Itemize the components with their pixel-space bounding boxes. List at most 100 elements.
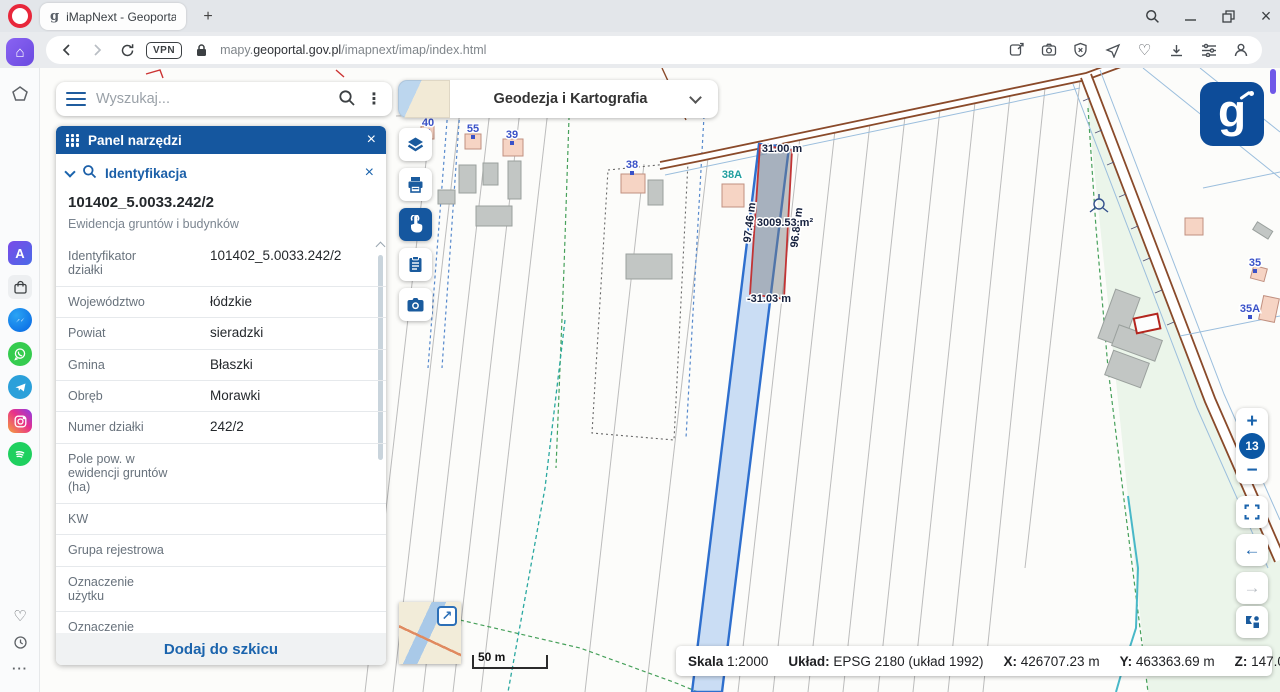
whatsapp-icon[interactable] [8,342,32,366]
zoom-in-button[interactable]: + [1246,412,1257,431]
back-icon[interactable] [56,39,78,61]
scale-readout: Skala 1:2000 [688,654,768,669]
zoom-level-badge: 13 [1239,433,1265,459]
panel-close-icon[interactable]: × [367,132,376,148]
overview-minimap[interactable]: ↗ [399,602,461,664]
close-window-button[interactable]: × [1258,8,1274,24]
minimize-button[interactable] [1182,8,1198,24]
row-value: łódzkie [210,294,252,309]
composition-chevron-icon [689,91,702,104]
messenger-icon[interactable] [8,308,32,332]
map-toolbar [399,128,433,328]
row-value: sieradzki [210,325,263,340]
browser-tab[interactable]: g iMapNext - Geoportal [40,3,186,30]
tab-title: iMapNext - Geoportal [66,10,176,24]
instagram-icon[interactable] [8,409,32,433]
row-label: Identyfikator działki [68,249,168,278]
address-label-55: 55 [467,123,479,135]
compose-icon[interactable] [1007,41,1026,60]
start-page-button[interactable]: ⌂ [6,38,34,66]
identify-tool-button[interactable] [399,208,432,241]
geoportal-logo[interactable]: g [1200,82,1264,146]
next-view-button[interactable]: → [1236,572,1268,604]
url-prefix: mapy. [220,43,253,57]
panel-header[interactable]: Panel narzędzi × [56,126,386,154]
tools-panel: Panel narzędzi × Identyfikacja × 101402_… [56,126,386,665]
search-input[interactable] [96,91,328,107]
print-tool-button[interactable] [399,168,432,201]
map-red-marks [146,70,344,78]
opera-logo-icon[interactable] [8,4,32,28]
table-row: Numer działki242/2 [56,412,386,443]
row-value: Morawki [210,388,260,403]
x-readout: X: 426707.23 m [1003,654,1099,669]
geoportal-favicon: g [50,10,59,23]
scale-label: Skala [688,654,723,669]
shopping-icon[interactable] [8,275,32,299]
sidebar-panel-indicator[interactable] [1270,69,1276,94]
layers-tool-button[interactable] [399,128,432,161]
opera-sidebar: A ♡ ··· [0,68,40,692]
minimap-expand-icon[interactable]: ↗ [437,606,457,626]
row-label: Obręb [68,389,168,403]
sidebar-more-icon[interactable]: ··· [8,656,32,680]
table-row: GminaBłaszki [56,350,386,381]
table-row: Oznaczenie konturu [56,612,386,633]
url-text[interactable]: mapy.geoportal.gov.pl/imapnext/imap/inde… [220,43,999,57]
search-options-kebab-icon[interactable]: ⋮ [366,89,382,109]
composition-title: Geodezja i Kartografia [450,91,691,107]
history-icon[interactable] [8,630,32,654]
tab-search-icon[interactable] [1144,8,1160,24]
vpn-badge[interactable]: VPN [146,42,182,59]
table-row: KW [56,504,386,535]
table-row: Obręb Morawki [56,381,386,412]
search-icon[interactable] [338,89,356,110]
aria-ai-icon[interactable]: A [8,241,32,265]
favorites-heart-icon[interactable]: ♡ [1135,41,1154,60]
panorama-view-button[interactable] [1236,606,1268,638]
add-to-sketch-button[interactable]: Dodaj do szkicu [56,633,386,665]
results-list-tool-button[interactable] [399,248,432,281]
address-label-35a: 35A [1240,303,1260,315]
identify-search-icon [82,164,97,182]
row-label: Oznaczenie konturu [68,620,168,633]
telegram-icon[interactable] [8,375,32,399]
composition-selector[interactable]: Geodezja i Kartografia [398,80,718,118]
reload-icon[interactable] [116,39,138,61]
x-label: X: [1003,654,1017,669]
collapse-chevron-icon[interactable] [64,166,75,177]
y-readout: Y: 463363.69 m [1120,654,1215,669]
zoom-out-button[interactable]: − [1246,461,1257,480]
previous-view-button[interactable]: ← [1236,534,1268,566]
url-path: /imapnext/imap/index.html [341,43,486,57]
x-value: 426707.23 m [1021,654,1100,669]
forward-icon[interactable] [86,39,108,61]
snapshot-camera-icon[interactable] [1039,41,1058,60]
menu-hamburger-icon[interactable] [66,92,86,107]
downloads-icon[interactable] [1167,41,1186,60]
logo-dot [1249,91,1254,96]
section-close-icon[interactable]: × [365,165,374,181]
address-row: VPN mapy.geoportal.gov.pl/imapnext/imap/… [0,32,1280,68]
profile-icon[interactable] [1231,41,1250,60]
new-tab-button[interactable]: + [196,5,220,29]
table-row: Oznaczenie użytku [56,567,386,613]
crs-value: EPSG 2180 (układ 1992) [833,654,983,669]
z-label: Z: [1235,654,1248,669]
row-value: Błaszki [210,357,253,372]
address-bar[interactable]: VPN mapy.geoportal.gov.pl/imapnext/imap/… [46,36,1262,64]
pinboards-icon[interactable] [8,82,32,106]
fullscreen-button[interactable] [1236,496,1268,528]
lock-icon[interactable] [190,39,212,61]
sidebar-heart-icon[interactable]: ♡ [8,604,32,628]
attribute-table: Identyfikator działki101402_5.0033.242/2… [56,241,386,633]
screenshot-tool-button[interactable] [399,288,432,321]
spotify-icon[interactable] [8,442,32,466]
restore-button[interactable] [1220,8,1236,24]
address-label-35: 35 [1249,257,1261,269]
scale-bar: 50 m [472,655,548,669]
send-icon[interactable] [1103,41,1122,60]
row-label: Powiat [68,326,168,340]
easy-setup-icon[interactable] [1199,41,1218,60]
shield-blocker-icon[interactable] [1071,41,1090,60]
